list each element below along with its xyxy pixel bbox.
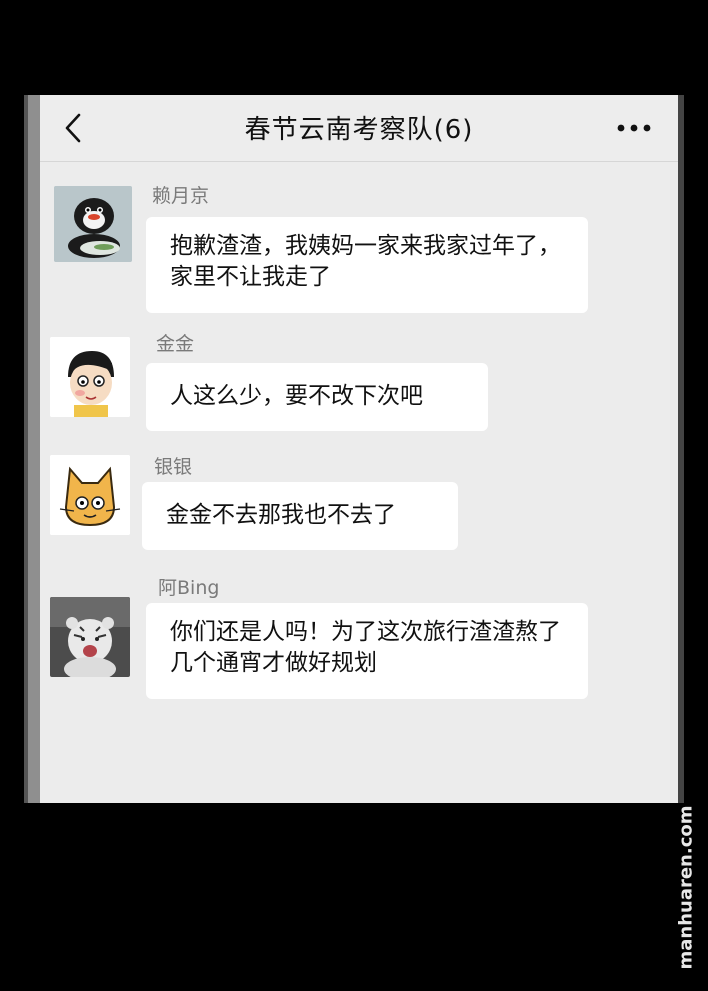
- cat-avatar[interactable]: [50, 455, 130, 535]
- message-bubble[interactable]: 人这么少，要不改下次吧: [146, 363, 488, 431]
- message-bubble[interactable]: 抱歉渣渣，我姨妈一家来我家过年了，家里不让我走了: [146, 217, 588, 313]
- sender-name: 金金: [156, 333, 195, 355]
- cartoon-boy-avatar[interactable]: [50, 337, 130, 417]
- watermark: manhuaren.com: [672, 797, 700, 977]
- chat-header: 春节云南考察队(6): [40, 95, 678, 162]
- penguin-avatar[interactable]: [54, 186, 132, 262]
- chat-title: 春节云南考察队(6): [244, 115, 474, 145]
- message-bubble[interactable]: 金金不去那我也不去了: [142, 482, 458, 550]
- chat-screen: 春节云南考察队(6) 赖月京 抱歉渣渣，我姨妈一家来我家过年了，家里不让我走了 …: [40, 95, 678, 803]
- watermark-text: manhuaren.com: [675, 804, 697, 970]
- sender-name: 阿Bing: [158, 577, 220, 599]
- sender-name: 银银: [154, 456, 193, 478]
- more-button[interactable]: [614, 117, 654, 139]
- sender-name: 赖月京: [152, 185, 210, 207]
- white-tiger-avatar[interactable]: [50, 597, 130, 677]
- more-dots-icon: [617, 124, 651, 132]
- message-bubble[interactable]: 你们还是人吗！为了这次旅行渣渣熬了几个通宵才做好规划: [146, 603, 588, 699]
- phone-frame: 春节云南考察队(6) 赖月京 抱歉渣渣，我姨妈一家来我家过年了，家里不让我走了 …: [24, 95, 684, 803]
